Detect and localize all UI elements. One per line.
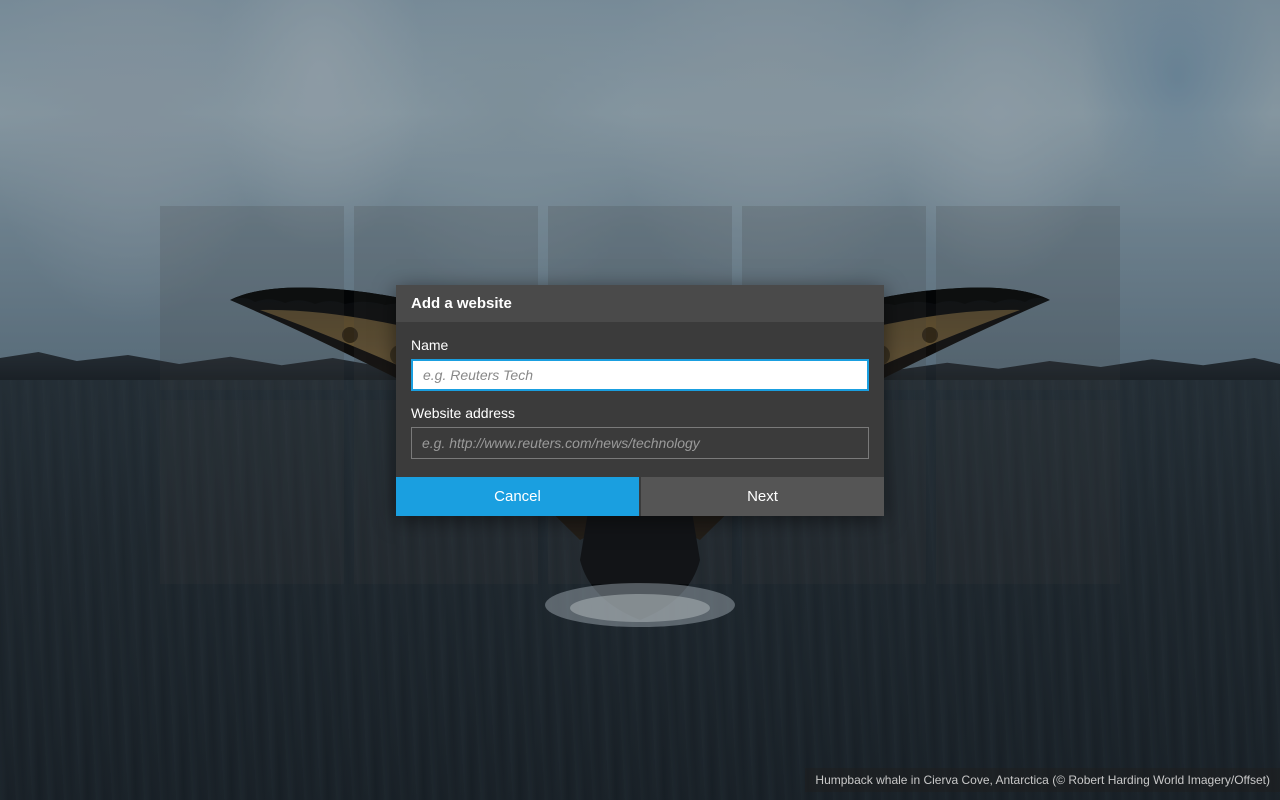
name-input[interactable] [411,359,869,391]
next-button[interactable]: Next [641,477,884,516]
speed-dial-tile[interactable] [160,206,344,390]
speed-dial-tile[interactable] [936,206,1120,390]
name-label: Name [411,337,869,353]
dialog-title: Add a website [396,285,884,322]
address-input[interactable] [411,427,869,459]
speed-dial-tile[interactable] [160,400,344,584]
address-field-group: Website address [411,405,869,459]
address-label: Website address [411,405,869,421]
cancel-button[interactable]: Cancel [396,477,639,516]
add-website-dialog: Add a website Name Website address Cance… [396,285,884,516]
name-field-group: Name [411,337,869,391]
speed-dial-tile[interactable] [936,400,1120,584]
wallpaper-caption: Humpback whale in Cierva Cove, Antarctic… [805,768,1280,792]
dialog-body: Name Website address [396,322,884,477]
dialog-footer: Cancel Next [396,477,884,516]
